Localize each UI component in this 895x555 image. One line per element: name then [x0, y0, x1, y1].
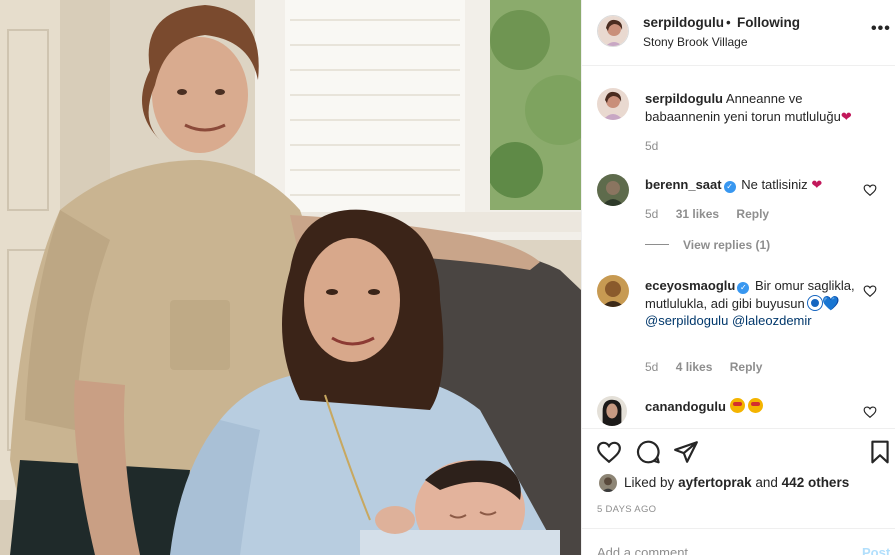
commenter-username[interactable]: berenn_saat [645, 177, 722, 192]
caption-avatar[interactable] [597, 88, 629, 120]
comment-like-heart-icon[interactable] [863, 183, 877, 197]
comment-time[interactable]: 5d [645, 207, 658, 221]
comment-like-heart-icon[interactable] [863, 284, 877, 298]
comment-time[interactable]: 5d [645, 360, 658, 374]
liked-by-text: Liked by ayfertoprak and 442 others [624, 475, 849, 490]
comment-text: berenn_saat ✓ Ne tatlisiniz ❤ [645, 176, 860, 194]
liker-avatar[interactable] [599, 474, 617, 492]
reply-button[interactable]: Reply [736, 207, 769, 221]
comment-input[interactable]: Add a comment... [597, 545, 699, 555]
author-avatar[interactable] [597, 15, 629, 47]
commenter-avatar[interactable] [597, 174, 629, 206]
verified-badge-icon: ✓ [723, 181, 736, 193]
nazar-eye-emoji [808, 295, 823, 310]
caption-text: serpildogulu Anneanne ve babaannenin yen… [645, 90, 860, 125]
star-struck-emoji [748, 398, 764, 413]
post-timestamp[interactable]: 5 DAYS AGO [597, 504, 656, 515]
bookmark-icon[interactable] [867, 439, 893, 465]
comment-text: eceyosmaoglu ✓ Bir omur saglikla, mutlulu… [645, 277, 860, 330]
comment-body: Ne tatlisiniz [741, 177, 808, 192]
post-caption: serpildogulu Anneanne ve babaannenin yen… [582, 88, 895, 158]
post-side-panel: serpildogulu • Following Stony Brook Vil… [581, 0, 895, 555]
commenter-avatar[interactable] [597, 275, 629, 307]
mention-link[interactable]: @laleozdemir [732, 313, 812, 328]
post-location[interactable]: Stony Brook Village [643, 35, 748, 49]
comment-meta: 5d 4 likes Reply [645, 360, 776, 374]
comment-input-bar: Add a comment... Post [582, 528, 895, 555]
caption-username[interactable]: serpildogulu [645, 91, 723, 106]
comment-item: eceyosmaoglu ✓ Bir omur saglikla, mutlulu… [582, 275, 895, 380]
comment-meta: 5d 31 likes Reply [645, 207, 783, 221]
heart-outline-icon[interactable] [596, 439, 622, 465]
commenter-avatar[interactable] [597, 396, 627, 426]
caption-time[interactable]: 5d [645, 139, 658, 153]
red-heart-emoji: ❤ [811, 177, 823, 192]
red-heart-emoji: ❤ [840, 108, 852, 124]
replies-divider [645, 244, 669, 245]
post-photo[interactable] [0, 0, 581, 555]
blue-heart-emoji: 💙 [822, 294, 840, 311]
liker-username[interactable]: ayfertoprak [678, 475, 752, 490]
author-username[interactable]: serpildogulu [643, 15, 724, 30]
paper-plane-icon[interactable] [673, 439, 699, 465]
post-action-bar [582, 428, 895, 474]
header-separator: • [726, 15, 731, 30]
comment-item: berenn_saat ✓ Ne tatlisiniz ❤ 5d 31 likes… [582, 174, 895, 254]
comment-text: canandogulu [645, 398, 860, 416]
commenter-username[interactable]: canandogulu [645, 399, 726, 414]
view-replies-label[interactable]: View replies (1) [683, 238, 770, 252]
post-comment-button[interactable]: Post [862, 545, 890, 555]
mention-link[interactable]: @serpildogulu [645, 313, 728, 328]
more-options-icon[interactable]: ••• [871, 20, 891, 38]
view-replies-button[interactable]: View replies (1) [645, 238, 770, 252]
following-button[interactable]: Following [737, 15, 800, 30]
likes-count-link[interactable]: 442 others [782, 475, 850, 490]
speech-bubble-icon[interactable] [635, 439, 661, 465]
comment-like-heart-icon[interactable] [863, 405, 877, 419]
comment-item: canandogulu [582, 396, 895, 426]
comment-likes[interactable]: 4 likes [676, 360, 713, 374]
commenter-username[interactable]: eceyosmaoglu [645, 278, 735, 293]
star-struck-emoji [729, 398, 745, 413]
liked-by-and: and [755, 475, 778, 490]
caption-meta: 5d [645, 139, 672, 153]
comment-likes[interactable]: 31 likes [676, 207, 719, 221]
reply-button[interactable]: Reply [730, 360, 763, 374]
verified-badge-icon: ✓ [737, 282, 750, 294]
liked-by-prefix: Liked by [624, 475, 675, 490]
post-header: serpildogulu • Following Stony Brook Vil… [582, 0, 895, 66]
